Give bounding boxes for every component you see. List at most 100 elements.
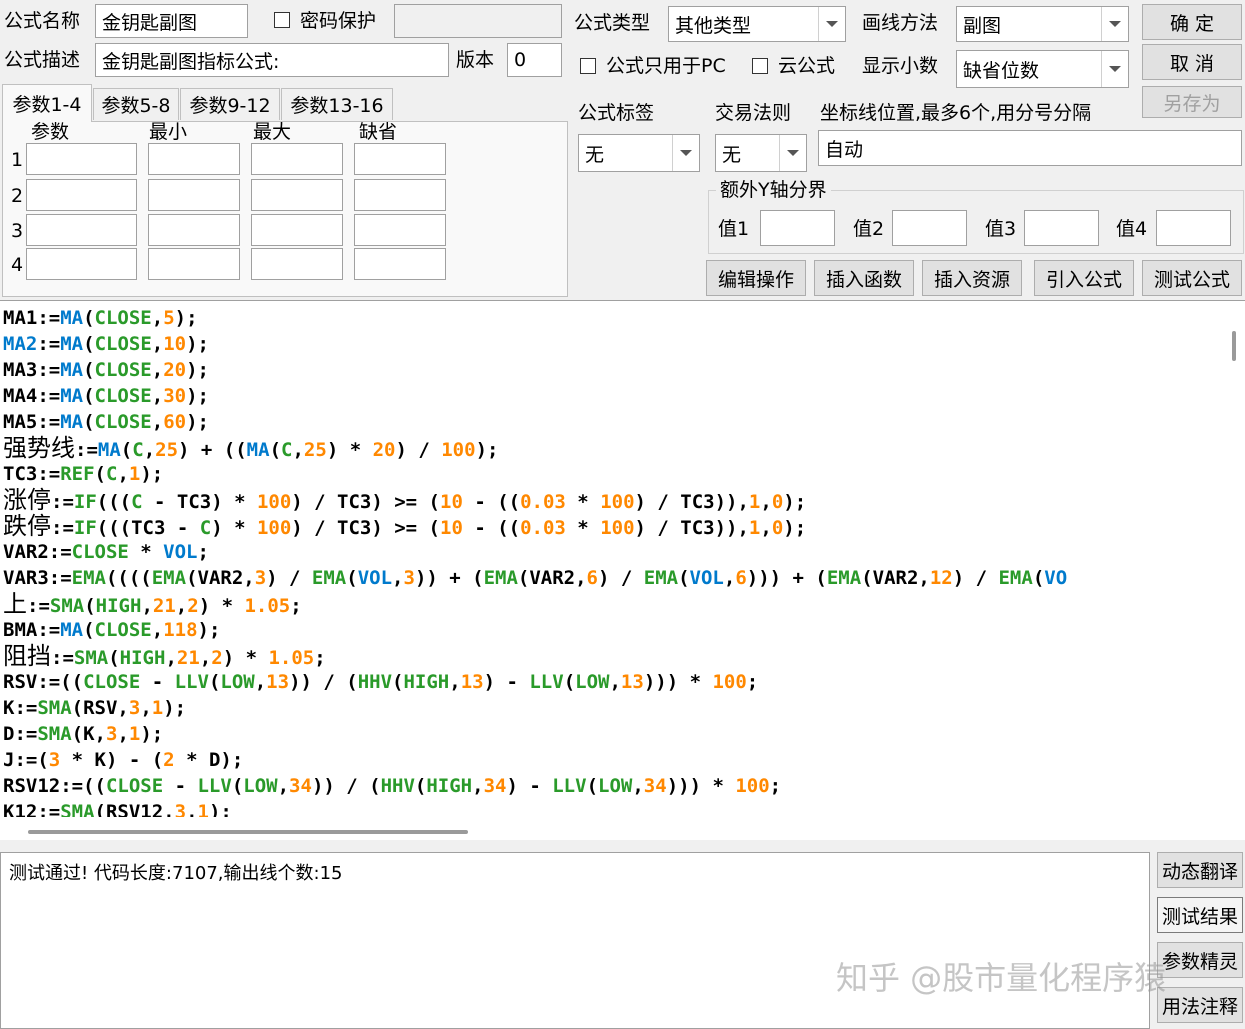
param1-min-input[interactable] <box>148 143 240 175</box>
code-token: ) / TC3) >= ( <box>291 491 440 513</box>
code-line[interactable]: D:=SMA(K,3,1); <box>3 721 1218 747</box>
y-value3-input[interactable] <box>1024 210 1099 246</box>
ok-button[interactable]: 确 定 <box>1142 4 1242 40</box>
code-line[interactable]: MA2:=MA(CLOSE,10); <box>3 331 1218 357</box>
code-line[interactable]: VAR3:=EMA((((EMA(VAR2,3) / EMA(VOL,3)) +… <box>3 565 1218 591</box>
usage-notes-button[interactable]: 用法注释 <box>1157 987 1243 1023</box>
param3-default-input[interactable] <box>354 214 446 246</box>
cancel-button[interactable]: 取 消 <box>1142 44 1242 80</box>
version-input[interactable]: 0 <box>507 43 562 77</box>
code-token: EMA <box>643 567 679 589</box>
formula-type-select[interactable]: 其他类型 <box>668 6 846 42</box>
param3-name-input[interactable] <box>26 214 137 246</box>
param1-name-input[interactable] <box>26 143 137 175</box>
param2-default-input[interactable] <box>354 179 446 211</box>
code-token: ); <box>475 439 499 461</box>
code-token: 0 <box>771 517 784 539</box>
insert-resource-button[interactable]: 插入资源 <box>922 260 1022 296</box>
param3-max-input[interactable] <box>251 214 343 246</box>
draw-method-select[interactable]: 副图 <box>956 6 1129 42</box>
param-wizard-button[interactable]: 参数精灵 <box>1157 942 1243 978</box>
param4-min-input[interactable] <box>148 248 240 280</box>
tab-params-1-4[interactable]: 参数1-4 <box>2 84 92 122</box>
code-token: , <box>254 671 267 693</box>
horizontal-scrollbar-thumb[interactable] <box>28 830 468 834</box>
code-line[interactable]: RSV12:=((CLOSE - LLV(LOW,34)) / (HHV(HIG… <box>3 773 1218 799</box>
code-line[interactable]: 上:=SMA(HIGH,21,2) * 1.05; <box>3 591 1218 617</box>
code-line[interactable]: MA3:=MA(CLOSE,20); <box>3 357 1218 383</box>
code-token: , <box>292 439 304 461</box>
code-token: 1 <box>128 463 141 485</box>
code-line[interactable]: MA5:=MA(CLOSE,60); <box>3 409 1218 435</box>
edit-operation-button[interactable]: 编辑操作 <box>706 260 806 296</box>
save-as-button[interactable]: 另存为 <box>1142 86 1242 118</box>
code-token: ); <box>783 491 807 513</box>
code-token: RSV12:=(( <box>3 775 106 797</box>
param2-max-input[interactable] <box>251 179 343 211</box>
param4-max-input[interactable] <box>251 248 343 280</box>
code-token: 3 <box>128 697 141 719</box>
vertical-scrollbar-thumb[interactable] <box>1232 331 1236 361</box>
param1-max-input[interactable] <box>251 143 343 175</box>
axis-position-input[interactable]: 自动 <box>818 130 1242 166</box>
formula-type-dropdown-arrow[interactable] <box>818 7 845 41</box>
code-line[interactable]: BMA:=MA(CLOSE,118); <box>3 617 1218 643</box>
import-formula-button[interactable]: 引入公式 <box>1034 260 1134 296</box>
tab-params-13-16[interactable]: 参数13-16 <box>281 88 393 120</box>
code-content[interactable]: MA1:=MA(CLOSE,5); MA2:=MA(CLOSE,10); MA3:=… <box>3 305 1218 817</box>
dynamic-translate-button[interactable]: 动态翻译 <box>1157 852 1243 888</box>
insert-function-button[interactable]: 插入函数 <box>814 260 914 296</box>
code-line[interactable]: MA1:=MA(CLOSE,5); <box>3 305 1218 331</box>
draw-method-dropdown-arrow[interactable] <box>1101 7 1128 41</box>
code-line[interactable]: 跌停:=IF(((TC3 - C) * 100) / TC3) >= (10 -… <box>3 513 1218 539</box>
password-input[interactable] <box>394 4 562 38</box>
horizontal-scrollbar[interactable] <box>0 821 1224 840</box>
cloud-checkbox[interactable] <box>752 58 768 74</box>
code-line[interactable]: MA4:=MA(CLOSE,30); <box>3 383 1218 409</box>
decimal-select[interactable]: 缺省位数 <box>956 50 1129 88</box>
code-line[interactable]: 涨停:=IF(((C - TC3) * 100) / TC3) >= (10 -… <box>3 487 1218 513</box>
code-token: HIGH <box>403 671 450 693</box>
formula-tag-dropdown-arrow[interactable] <box>672 135 699 171</box>
code-line[interactable]: K12:=SMA(RSV12,3,1); <box>3 799 1218 817</box>
code-line[interactable]: TC3:=REF(C,1); <box>3 461 1218 487</box>
code-token: CLOSE <box>94 411 152 433</box>
param2-min-input[interactable] <box>148 179 240 211</box>
code-line[interactable]: J:=(3 * K) - (2 * D); <box>3 747 1218 773</box>
code-token: LOW <box>243 775 278 797</box>
y-value4-input[interactable] <box>1156 210 1231 246</box>
param3-min-input[interactable] <box>148 214 240 246</box>
code-line[interactable]: VAR2:=CLOSE * VOL; <box>3 539 1218 565</box>
params-panel: 参数 最小 最大 缺省 1 2 3 4 <box>2 121 568 297</box>
param4-default-input[interactable] <box>354 248 446 280</box>
trade-rule-dropdown-arrow[interactable] <box>779 135 806 171</box>
code-token: 60 <box>163 411 187 433</box>
formula-tag-select[interactable]: 无 <box>578 134 700 172</box>
y-value1-input[interactable] <box>760 210 835 246</box>
param4-name-input[interactable] <box>26 248 137 280</box>
code-line[interactable]: K:=SMA(RSV,3,1); <box>3 695 1218 721</box>
code-token: (VAR2, <box>186 567 255 589</box>
y-value2-input[interactable] <box>892 210 967 246</box>
tab-params-5-8[interactable]: 参数5-8 <box>93 88 179 120</box>
trade-rule-select[interactable]: 无 <box>715 134 807 172</box>
formula-desc-input[interactable]: 金钥匙副图指标公式: <box>95 43 449 77</box>
decimal-dropdown-arrow[interactable] <box>1101 51 1128 87</box>
param2-name-input[interactable] <box>26 179 137 211</box>
code-token: 1 <box>151 697 164 719</box>
code-token: VOL <box>357 567 393 589</box>
y-value2-label: 值2 <box>853 218 885 240</box>
tab-params-9-12[interactable]: 参数9-12 <box>180 88 280 120</box>
code-line[interactable]: RSV:=((CLOSE - LLV(LOW,13)) / (HHV(HIGH,… <box>3 669 1218 695</box>
password-checkbox[interactable] <box>274 12 290 28</box>
pc-only-checkbox[interactable] <box>580 58 596 74</box>
param1-default-input[interactable] <box>354 143 446 175</box>
code-editor[interactable]: MA1:=MA(CLOSE,5); MA2:=MA(CLOSE,10); MA3:=… <box>0 300 1245 840</box>
test-formula-button[interactable]: 测试公式 <box>1142 260 1242 296</box>
code-token: VOL <box>163 541 198 563</box>
code-line[interactable]: 阻挡:=SMA(HIGH,21,2) * 1.05; <box>3 643 1218 669</box>
vertical-scrollbar[interactable] <box>1224 301 1245 821</box>
test-result-button[interactable]: 测试结果 <box>1157 897 1243 933</box>
code-line[interactable]: 强势线:=MA(C,25) + ((MA(C,25) * 20) / 100); <box>3 435 1218 461</box>
formula-name-input[interactable]: 金钥匙副图 <box>95 4 248 38</box>
